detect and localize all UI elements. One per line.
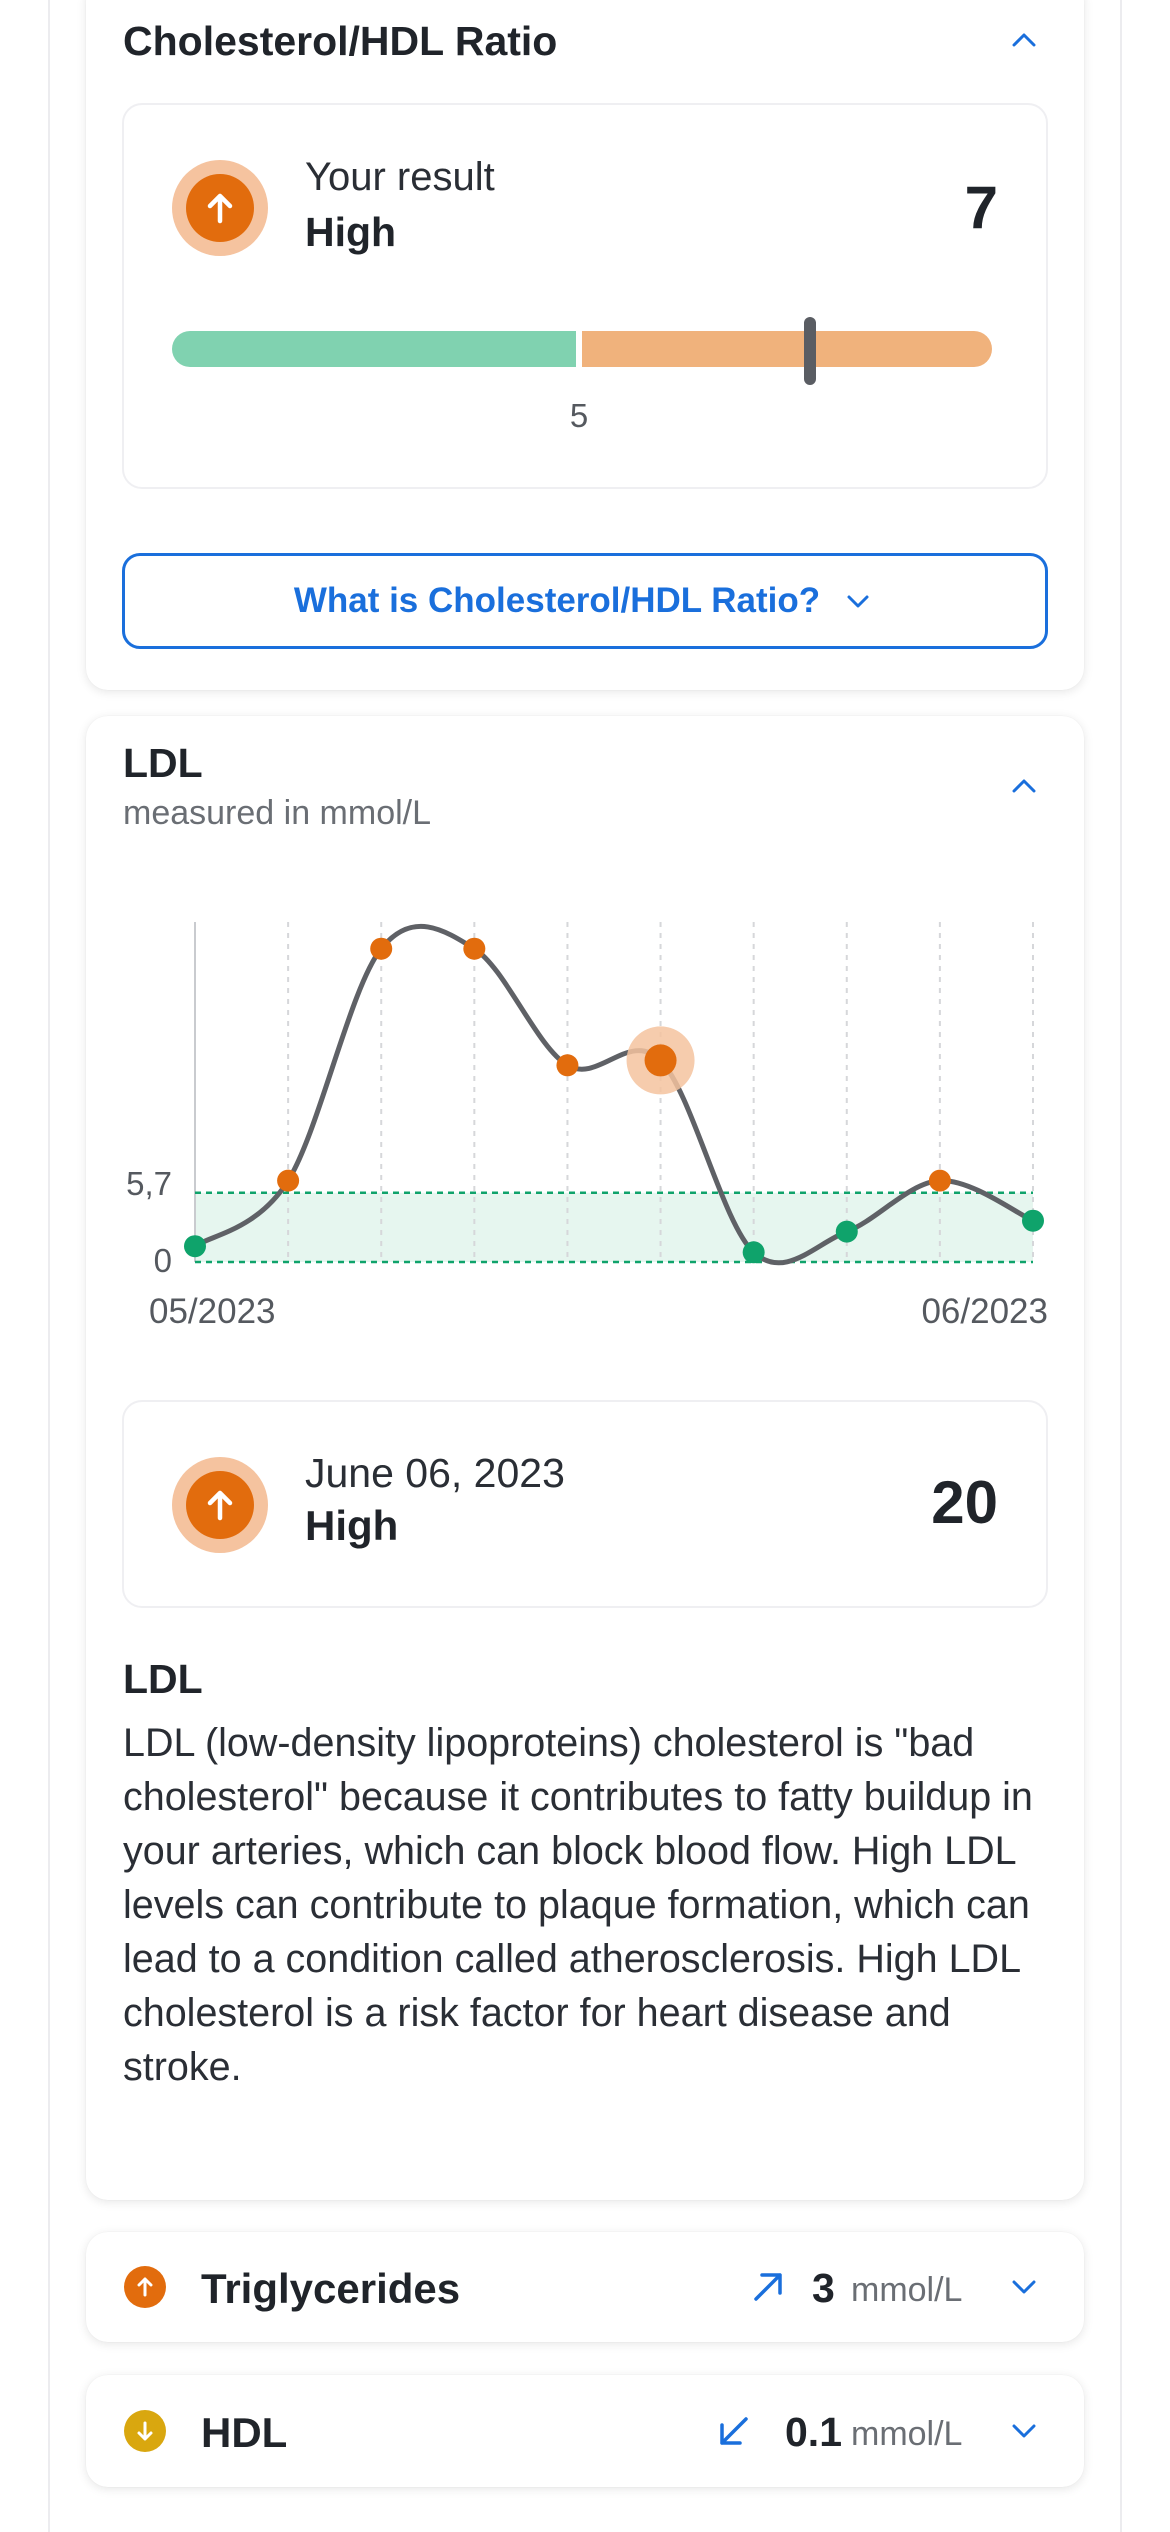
- arrow-up-icon: [207, 1490, 233, 1521]
- range-marker: [803, 317, 816, 385]
- selected-status: High: [305, 1502, 399, 1549]
- data-point: [370, 937, 393, 960]
- data-point: [742, 1241, 765, 1264]
- selected-value: 20: [931, 1469, 998, 1536]
- ldl-card: LDL measured in mmol/L 5,7 0 05/2023 06/…: [86, 716, 1084, 2200]
- selected-date: June 06, 2023: [305, 1450, 565, 1496]
- result-value: 7: [964, 174, 998, 241]
- triglycerides-row[interactable]: Triglycerides 3 mmol/L: [86, 2232, 1084, 2342]
- arrow-up-icon: [207, 193, 233, 224]
- range-threshold-label: 5: [569, 397, 589, 434]
- data-point: [463, 937, 486, 960]
- result-box: Your result High 7 5: [122, 103, 1048, 489]
- chevron-down-icon[interactable]: [1004, 2267, 1044, 2307]
- result-label: Your result: [305, 155, 495, 199]
- row-name: HDL: [201, 2409, 288, 2456]
- low-status-icon: [124, 2410, 166, 2452]
- ldl-trend-chart[interactable]: 5,7 0 05/2023 06/2023: [86, 716, 1084, 1406]
- high-status-badge: [172, 160, 268, 256]
- range-bar-high: [582, 331, 992, 367]
- row-name: Triglycerides: [201, 2265, 461, 2312]
- data-point: [184, 1235, 206, 1258]
- x-tick-label: 06/2023: [921, 1292, 1048, 1331]
- row-value: 3: [812, 2265, 835, 2311]
- data-point: [1022, 1209, 1044, 1232]
- x-tick-label: 05/2023: [149, 1292, 276, 1331]
- row-unit: mmol/L: [851, 2271, 963, 2309]
- what-is-ratio-button[interactable]: What is Cholesterol/HDL Ratio?: [122, 553, 1048, 649]
- result-status: High: [305, 209, 397, 255]
- row-value: 0.1: [785, 2409, 842, 2455]
- page-frame-left: [48, 0, 50, 2532]
- chevron-down-icon[interactable]: [1004, 2411, 1044, 2451]
- y-tick-label: 5,7: [126, 1165, 172, 1202]
- row-unit: mmol/L: [851, 2415, 963, 2453]
- data-point: [835, 1220, 858, 1243]
- what-is-ratio-label: What is Cholesterol/HDL Ratio?: [293, 581, 821, 620]
- data-point: [277, 1169, 300, 1192]
- data-point: [928, 1169, 951, 1192]
- ratio-title: Cholesterol/HDL Ratio: [123, 18, 558, 64]
- selected-data-point: [644, 1044, 677, 1077]
- chevron-down-icon: [847, 595, 869, 608]
- hdl-row[interactable]: HDL 0.1 mmol/L: [86, 2375, 1084, 2487]
- ratio-card: Cholesterol/HDL Ratio Your result High 7…: [86, 0, 1084, 690]
- chevron-up-icon[interactable]: [1004, 20, 1044, 60]
- description-text: LDL (low-density lipoproteins) cholester…: [123, 1721, 1033, 2089]
- reference-range-band: [195, 1192, 1033, 1262]
- down-left-arrow-icon: [712, 2409, 756, 2453]
- selected-point-box: June 06, 2023 High 20: [122, 1400, 1048, 1608]
- up-right-arrow-icon: [746, 2265, 790, 2309]
- data-point: [556, 1054, 579, 1077]
- high-status-icon: [124, 2266, 166, 2308]
- y-tick-label: 0: [154, 1242, 172, 1279]
- range-bar-normal: [172, 331, 576, 367]
- description-title: LDL: [123, 1656, 203, 1702]
- page-frame-right: [1120, 0, 1122, 2532]
- high-status-badge: [172, 1457, 268, 1553]
